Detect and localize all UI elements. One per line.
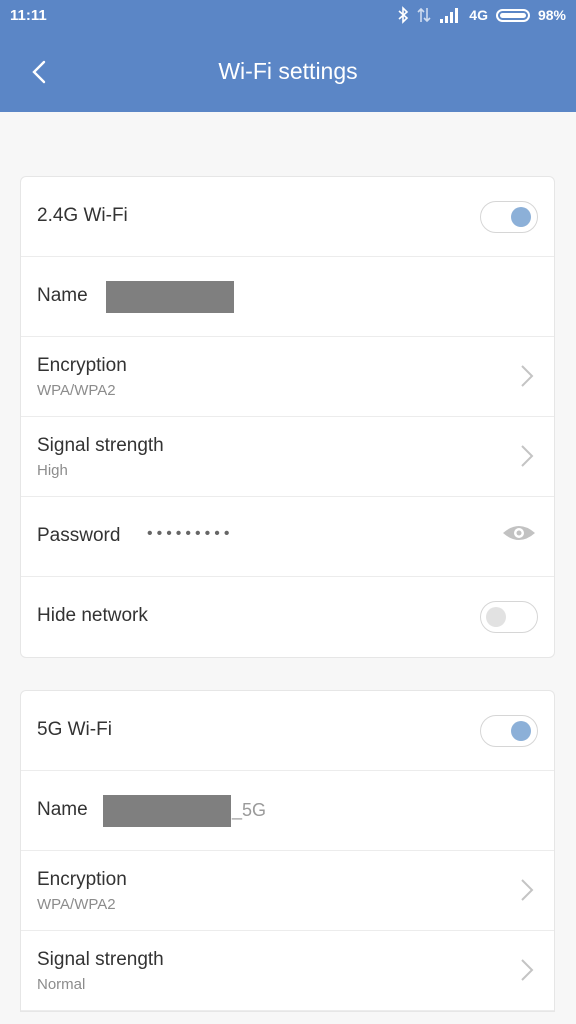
status-bar: 11:11 4G 98% <box>0 0 576 34</box>
wifi-24g-name-row[interactable]: Name <box>21 257 554 337</box>
app-bar: Wi-Fi settings <box>0 34 576 112</box>
hide-network-row: Hide network <box>21 577 554 657</box>
signal-strength-label: Signal strength <box>37 949 164 970</box>
network-type: 4G <box>469 7 488 23</box>
signal-strength-value: High <box>37 462 68 479</box>
wifi-24g-signal-row[interactable]: Signal strength High <box>21 417 554 497</box>
data-transfer-icon <box>417 7 431 23</box>
name-label: Name <box>37 285 88 306</box>
battery-icon <box>495 8 530 22</box>
bluetooth-icon <box>398 6 409 24</box>
wifi-24g-card: 2.4G Wi-Fi Name Encryption WPA/WPA2 Sign… <box>20 176 555 658</box>
name-label: Name <box>37 799 88 820</box>
signal-strength-value: Normal <box>37 976 86 993</box>
wifi-24g-toggle[interactable] <box>480 201 538 233</box>
status-icons: 4G 98% <box>397 6 566 24</box>
chevron-right-icon[interactable] <box>520 878 534 902</box>
redacted-ssid <box>106 281 234 313</box>
chevron-right-icon[interactable] <box>520 958 534 982</box>
wifi-5g-label: 5G Wi-Fi <box>37 719 112 740</box>
chevron-right-icon[interactable] <box>520 444 534 468</box>
eye-icon[interactable] <box>502 522 536 544</box>
wifi-5g-card: 5G Wi-Fi Name _5G Encryption WPA/WPA2 Si… <box>20 690 555 1012</box>
hide-network-toggle[interactable] <box>480 601 538 633</box>
password-field[interactable]: ••••••••• <box>147 525 233 543</box>
signal-icon <box>440 8 459 23</box>
wifi-24g-password-row[interactable]: Password ••••••••• <box>21 497 554 577</box>
battery-percent: 98% <box>537 7 566 23</box>
hide-network-label: Hide network <box>37 605 148 626</box>
password-label: Password <box>37 525 121 546</box>
wifi-24g-row: 2.4G Wi-Fi <box>21 177 554 257</box>
wifi-5g-row: 5G Wi-Fi <box>21 691 554 771</box>
signal-strength-label: Signal strength <box>37 435 164 456</box>
redacted-ssid <box>103 795 231 827</box>
encryption-label: Encryption <box>37 869 127 890</box>
wifi-5g-name-row[interactable]: Name _5G <box>21 771 554 851</box>
status-time: 11:11 <box>10 7 47 24</box>
wifi-5g-toggle[interactable] <box>480 715 538 747</box>
page-title: Wi-Fi settings <box>218 58 358 84</box>
encryption-value: WPA/WPA2 <box>37 896 116 913</box>
chevron-right-icon[interactable] <box>520 364 534 388</box>
wifi-24g-encryption-row[interactable]: Encryption WPA/WPA2 <box>21 337 554 417</box>
encryption-label: Encryption <box>37 355 127 376</box>
encryption-value: WPA/WPA2 <box>37 382 116 399</box>
wifi-5g-encryption-row[interactable]: Encryption WPA/WPA2 <box>21 851 554 931</box>
wifi-5g-signal-row[interactable]: Signal strength Normal <box>21 931 554 1011</box>
wifi-24g-label: 2.4G Wi-Fi <box>37 205 128 226</box>
ssid-suffix: _5G <box>232 800 267 820</box>
